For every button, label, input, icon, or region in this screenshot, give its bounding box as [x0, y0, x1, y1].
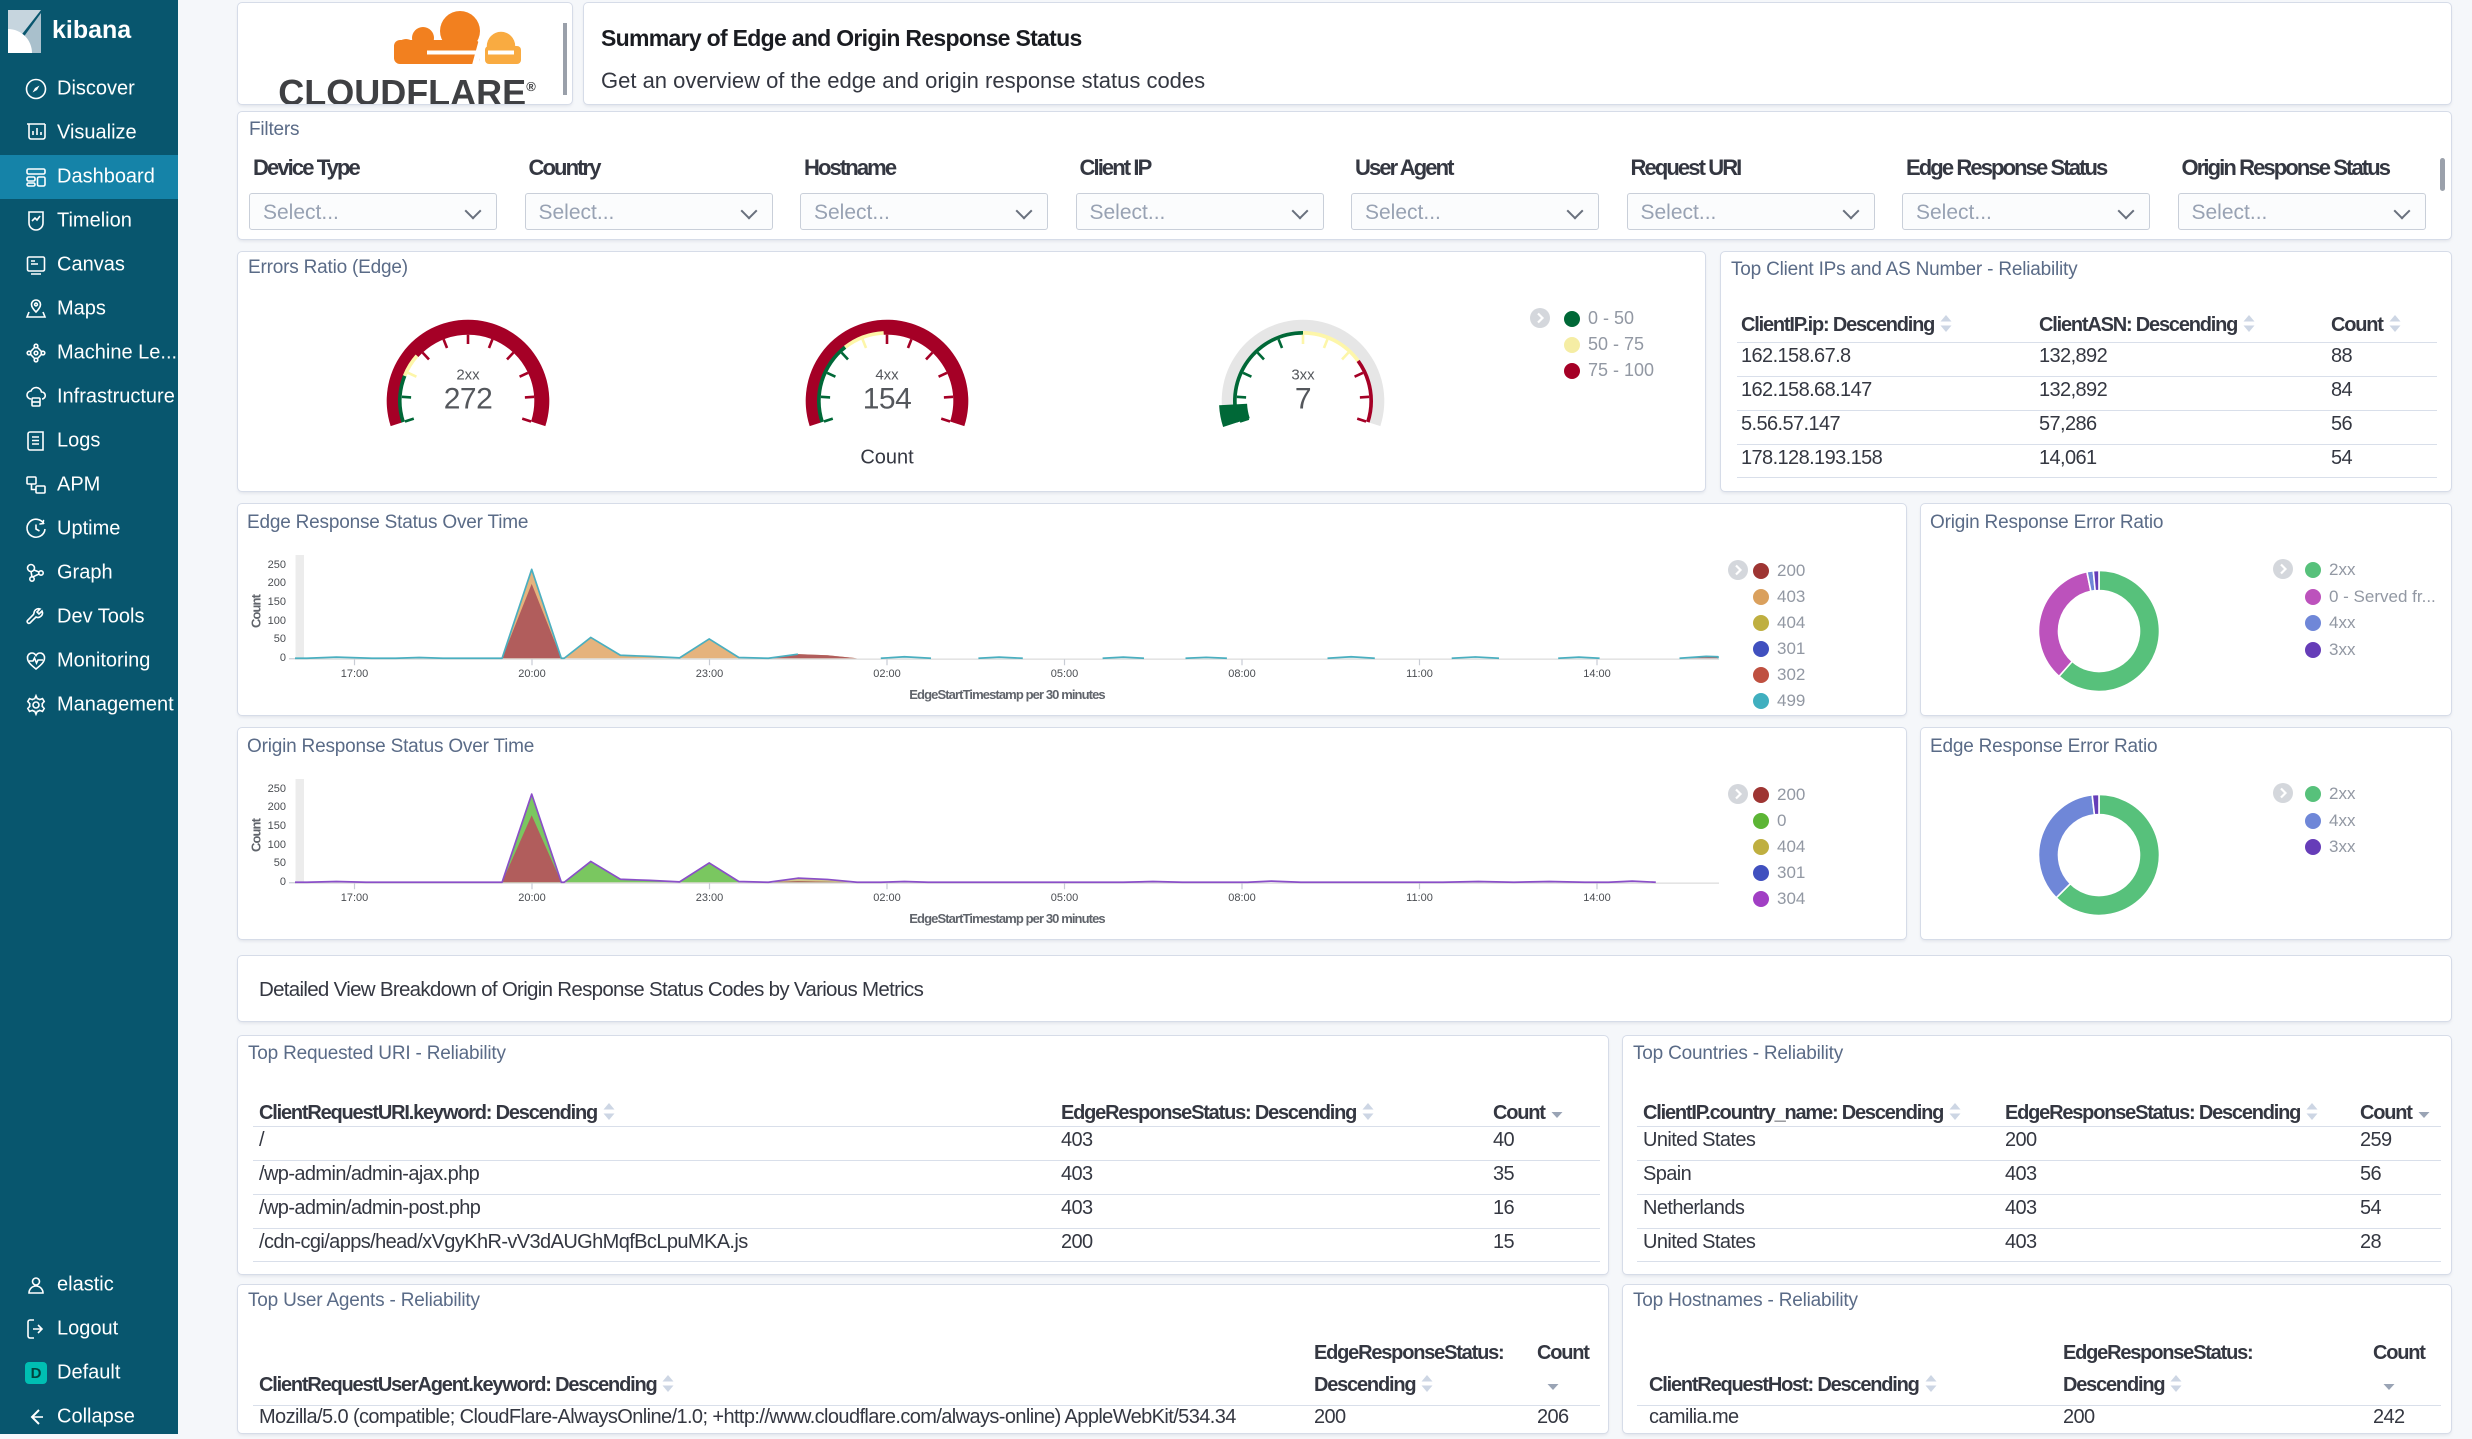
svg-text:2xx: 2xx	[456, 367, 480, 384]
svg-text:7: 7	[1295, 382, 1311, 415]
svg-text:154: 154	[863, 382, 912, 415]
svg-text:3xx: 3xx	[1291, 367, 1315, 384]
svg-text:272: 272	[444, 382, 493, 415]
svg-text:4xx: 4xx	[875, 367, 899, 384]
svg-text:Count: Count	[860, 447, 914, 469]
svg-text:D: D	[31, 1365, 42, 1382]
